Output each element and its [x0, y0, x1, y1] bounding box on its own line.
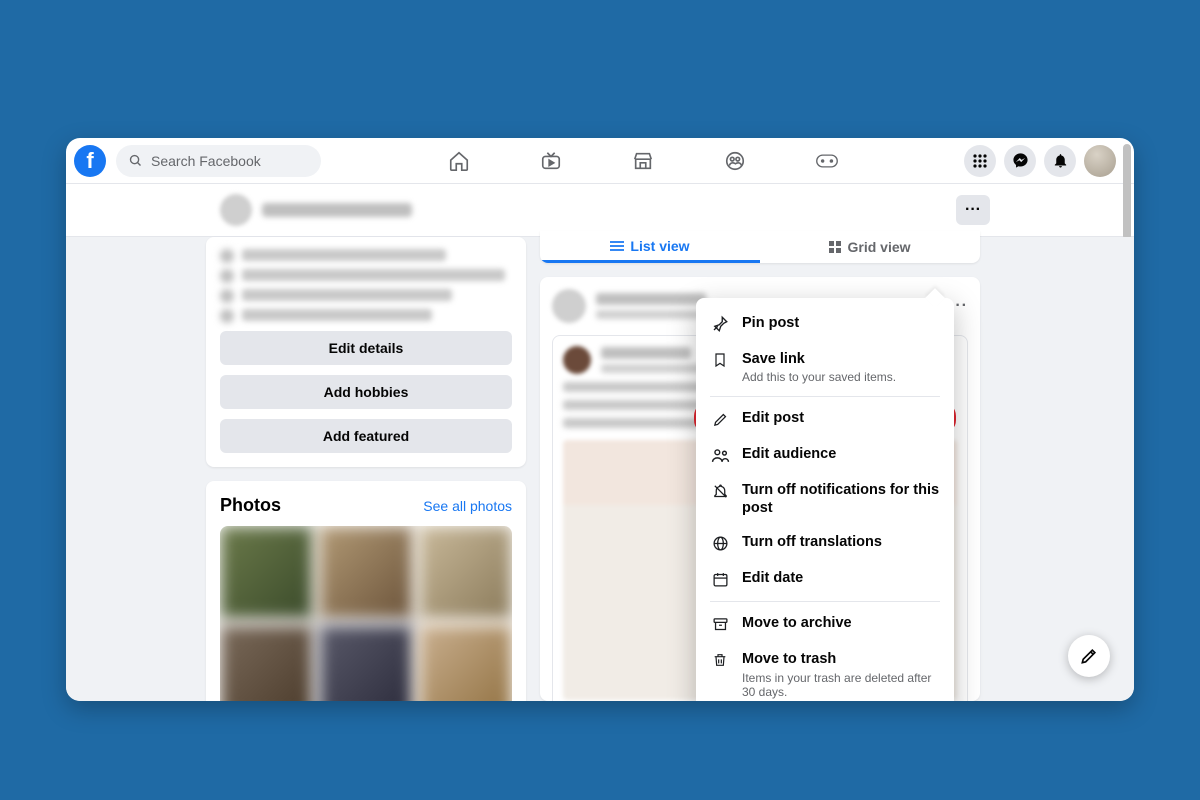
menu-turn-off-notifications[interactable]: Turn off notifications for this post	[696, 473, 954, 525]
see-all-photos-link[interactable]: See all photos	[423, 498, 512, 514]
profile-subheader: ···	[66, 184, 1134, 237]
compose-button[interactable]	[1068, 635, 1110, 677]
photo-thumbnail[interactable]	[319, 526, 412, 619]
archive-icon	[710, 614, 730, 634]
menu-grid-icon[interactable]	[964, 145, 996, 177]
profile-avatar[interactable]	[1084, 145, 1116, 177]
tab-list-view[interactable]: List view	[540, 231, 760, 263]
trash-icon	[710, 650, 730, 670]
menu-separator	[710, 396, 940, 397]
menu-turn-off-translations[interactable]: Turn off translations	[696, 525, 954, 561]
search-icon	[128, 153, 143, 168]
search-placeholder: Search Facebook	[151, 153, 261, 169]
menu-edit-audience-label: Edit audience	[742, 445, 836, 463]
menu-save-sublabel: Add this to your saved items.	[742, 370, 896, 384]
profile-small-avatar[interactable]	[220, 194, 252, 226]
facebook-logo-icon[interactable]: f	[74, 145, 106, 177]
tab-grid-view[interactable]: Grid view	[760, 231, 980, 263]
tab-grid-label: Grid view	[847, 239, 910, 255]
tab-list-label: List view	[630, 238, 689, 254]
menu-pin-label: Pin post	[742, 314, 799, 332]
messenger-icon[interactable]	[1004, 145, 1036, 177]
menu-translations-label: Turn off translations	[742, 533, 882, 551]
menu-save-label: Save link	[742, 350, 896, 368]
menu-edit-post-label: Edit post	[742, 409, 804, 427]
menu-save-link[interactable]: Save link Add this to your saved items.	[696, 342, 954, 392]
shared-author-name-blurred	[601, 347, 691, 359]
profile-name-blurred	[262, 203, 412, 217]
list-icon	[610, 240, 624, 252]
pin-icon	[710, 314, 730, 334]
compose-icon	[1079, 646, 1099, 666]
view-tabs: List view Grid view	[540, 231, 980, 263]
top-nav: f Search Facebook	[66, 138, 1134, 184]
home-icon[interactable]	[448, 150, 470, 172]
center-nav	[331, 150, 954, 172]
intro-card: Edit details Add hobbies Add featured	[206, 237, 526, 467]
menu-edit-date[interactable]: Edit date	[696, 561, 954, 597]
add-featured-button[interactable]: Add featured	[220, 419, 512, 453]
menu-edit-post[interactable]: Edit post	[696, 401, 954, 437]
left-column: Edit details Add hobbies Add featured Ph…	[206, 237, 526, 701]
photos-title: Photos	[220, 495, 281, 516]
calendar-icon	[710, 569, 730, 589]
grid-icon	[829, 241, 841, 253]
groups-icon[interactable]	[724, 150, 746, 172]
photo-thumbnail[interactable]	[419, 625, 512, 701]
photo-thumbnail[interactable]	[419, 526, 512, 619]
menu-move-to-archive[interactable]: Move to archive	[696, 606, 954, 642]
bookmark-icon	[710, 350, 730, 370]
shared-timestamp-blurred	[601, 364, 711, 373]
scrollbar-thumb[interactable]	[1123, 144, 1131, 240]
post-author-avatar[interactable]	[552, 289, 586, 323]
globe-icon	[710, 533, 730, 553]
menu-edit-audience[interactable]: Edit audience	[696, 437, 954, 473]
edit-details-button[interactable]: Edit details	[220, 331, 512, 365]
photo-grid	[220, 526, 512, 701]
bell-off-icon	[710, 481, 730, 501]
content-area: Edit details Add hobbies Add featured Ph…	[66, 237, 1134, 701]
marketplace-icon[interactable]	[632, 150, 654, 172]
search-input[interactable]: Search Facebook	[116, 145, 321, 177]
notifications-icon[interactable]	[1044, 145, 1076, 177]
menu-separator	[710, 601, 940, 602]
profile-more-button[interactable]: ···	[956, 195, 990, 225]
audience-icon	[710, 445, 730, 465]
menu-trash-sublabel: Items in your trash are deleted after 30…	[742, 671, 940, 699]
menu-move-to-trash[interactable]: Move to trash Items in your trash are de…	[696, 642, 954, 701]
right-nav	[964, 145, 1116, 177]
shared-author-avatar	[563, 346, 591, 374]
photos-card: Photos See all photos	[206, 481, 526, 701]
menu-archive-label: Move to archive	[742, 614, 852, 632]
post-options-menu: Pin post Save link Add this to your save…	[696, 298, 954, 701]
watch-icon[interactable]	[540, 150, 562, 172]
add-hobbies-button[interactable]: Add hobbies	[220, 375, 512, 409]
browser-window: f Search Facebook ···	[66, 138, 1134, 701]
menu-notifications-label: Turn off notifications for this post	[742, 481, 940, 517]
photo-thumbnail[interactable]	[220, 526, 313, 619]
photo-thumbnail[interactable]	[319, 625, 412, 701]
photo-thumbnail[interactable]	[220, 625, 313, 701]
post-author-name-blurred	[596, 293, 706, 305]
pencil-icon	[710, 409, 730, 429]
menu-trash-label: Move to trash	[742, 650, 940, 668]
menu-edit-date-label: Edit date	[742, 569, 803, 587]
menu-pin-post[interactable]: Pin post	[696, 306, 954, 342]
gaming-icon[interactable]	[816, 150, 838, 172]
